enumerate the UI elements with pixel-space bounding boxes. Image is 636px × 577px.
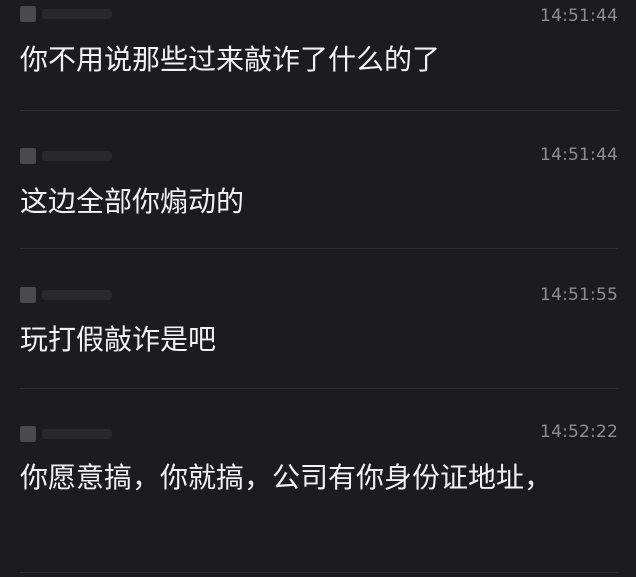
message-header: 14:51:55: [20, 280, 618, 310]
sender-avatar[interactable]: [20, 426, 36, 442]
message-header: 14:52:22: [20, 418, 618, 448]
message-item[interactable]: 14:51:44 这边全部你煽动的: [0, 140, 636, 222]
sender-name-obscured: [42, 9, 112, 19]
sender-avatar[interactable]: [20, 6, 36, 22]
message-item[interactable]: 14:51:55 玩打假敲诈是吧: [0, 280, 636, 360]
message-text[interactable]: 你愿意搞，你就搞，公司有你身份证地址，: [20, 458, 618, 498]
message-item[interactable]: 14:52:22 你愿意搞，你就搞，公司有你身份证地址，: [0, 418, 636, 498]
message-header: 14:51:44: [20, 0, 618, 30]
sender-avatar[interactable]: [20, 148, 36, 164]
message-text[interactable]: 玩打假敲诈是吧: [20, 320, 618, 360]
sender-name-obscured: [42, 151, 112, 161]
message-divider: [20, 248, 618, 249]
message-item[interactable]: 14:51:44 你不用说那些过来敲诈了什么的了: [0, 0, 636, 80]
message-divider: [20, 572, 618, 573]
message-divider: [20, 110, 618, 111]
message-timestamp: 14:52:22: [540, 422, 618, 442]
message-text[interactable]: 你不用说那些过来敲诈了什么的了: [20, 40, 618, 80]
message-timestamp: 14:51:44: [540, 6, 618, 26]
message-timestamp: 14:51:55: [540, 285, 618, 305]
message-timestamp: 14:51:44: [540, 145, 618, 165]
sender-name-obscured: [42, 290, 112, 300]
sender-avatar[interactable]: [20, 287, 36, 303]
message-text[interactable]: 这边全部你煽动的: [20, 182, 618, 222]
sender-name-obscured: [42, 429, 112, 439]
message-divider: [20, 388, 618, 389]
chat-message-list[interactable]: 14:51:44 你不用说那些过来敲诈了什么的了 14:51:44 这边全部你煽…: [0, 0, 636, 577]
message-header: 14:51:44: [20, 140, 618, 170]
